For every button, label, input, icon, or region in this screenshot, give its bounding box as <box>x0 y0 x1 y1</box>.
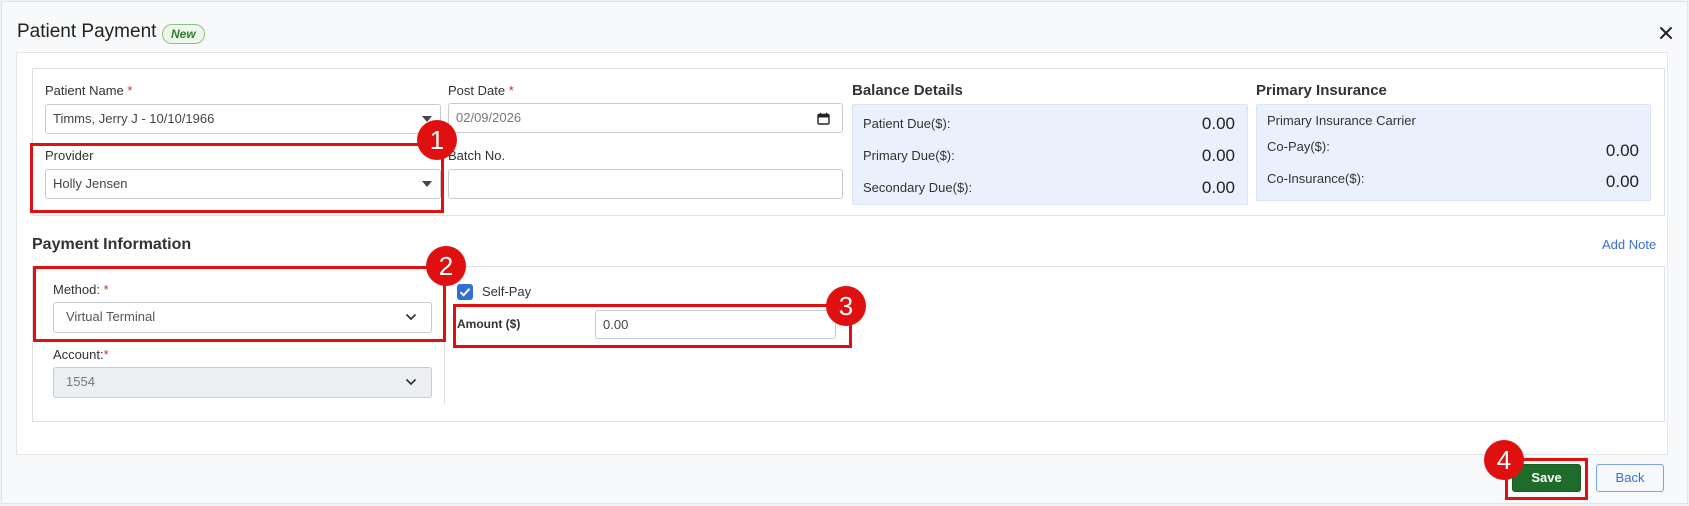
amount-input[interactable]: 0.00 <box>595 310 836 339</box>
amount-label: Amount ($) <box>457 317 521 331</box>
balance-details-box: Patient Due($): 0.00 Primary Due($): 0.0… <box>852 104 1248 205</box>
marker-3: 3 <box>826 286 866 326</box>
post-date-input[interactable]: 02/09/2026 <box>448 103 843 133</box>
primary-insurance-box: Primary Insurance Carrier Co-Pay($): 0.0… <box>1256 104 1651 201</box>
dialog-title: Patient Payment <box>17 21 157 42</box>
patient-due-value: 0.00 <box>1201 114 1235 133</box>
provider-select[interactable]: Holly Jensen <box>45 169 441 199</box>
batch-no-label: Batch No. <box>448 148 506 163</box>
primary-insurance-title: Primary Insurance <box>1256 82 1387 99</box>
post-date-label: Post Date * <box>448 83 514 98</box>
new-badge: New <box>162 24 205 44</box>
batch-no-input[interactable] <box>448 169 843 199</box>
patient-due-label: Patient Due($): <box>863 116 951 131</box>
self-pay-checkbox[interactable] <box>457 284 473 300</box>
copay-value: 0.00 <box>1605 141 1639 160</box>
marker-4: 4 <box>1484 440 1524 480</box>
caret-down-icon <box>422 181 432 187</box>
back-button[interactable]: Back <box>1596 464 1664 492</box>
payment-information-title: Payment Information <box>32 236 192 253</box>
method-label: Method: * <box>53 282 109 297</box>
close-icon[interactable] <box>1655 22 1677 44</box>
coinsurance-value: 0.00 <box>1605 172 1639 191</box>
method-select[interactable]: Virtual Terminal <box>53 302 432 333</box>
checkmark-icon <box>459 288 471 297</box>
footer-divider <box>16 454 1668 455</box>
account-select[interactable]: 1554 <box>53 367 432 398</box>
primary-due-value: 0.00 <box>1201 146 1235 165</box>
self-pay-label: Self-Pay <box>482 284 532 299</box>
copay-label: Co-Pay($): <box>1267 139 1330 154</box>
chevron-down-icon <box>405 313 417 321</box>
marker-2: 2 <box>426 246 466 286</box>
insurance-carrier-label: Primary Insurance Carrier <box>1267 113 1416 128</box>
patient-name-select[interactable]: Timms, Jerry J - 10/10/1966 <box>45 104 441 134</box>
secondary-due-label: Secondary Due($): <box>863 180 973 195</box>
payment-divider <box>444 266 445 404</box>
coinsurance-label: Co-Insurance($): <box>1267 171 1365 186</box>
primary-due-label: Primary Due($): <box>863 148 955 163</box>
marker-1: 1 <box>417 120 457 160</box>
save-button[interactable]: Save <box>1512 464 1581 492</box>
chevron-down-icon <box>405 378 417 386</box>
add-note-link[interactable]: Add Note <box>1602 237 1656 252</box>
account-label: Account:* <box>53 347 109 362</box>
secondary-due-value: 0.00 <box>1201 178 1235 197</box>
patient-name-label: Patient Name * <box>45 83 133 98</box>
calendar-icon[interactable] <box>817 112 830 125</box>
provider-label: Provider <box>45 148 94 163</box>
balance-details-title: Balance Details <box>852 82 963 99</box>
